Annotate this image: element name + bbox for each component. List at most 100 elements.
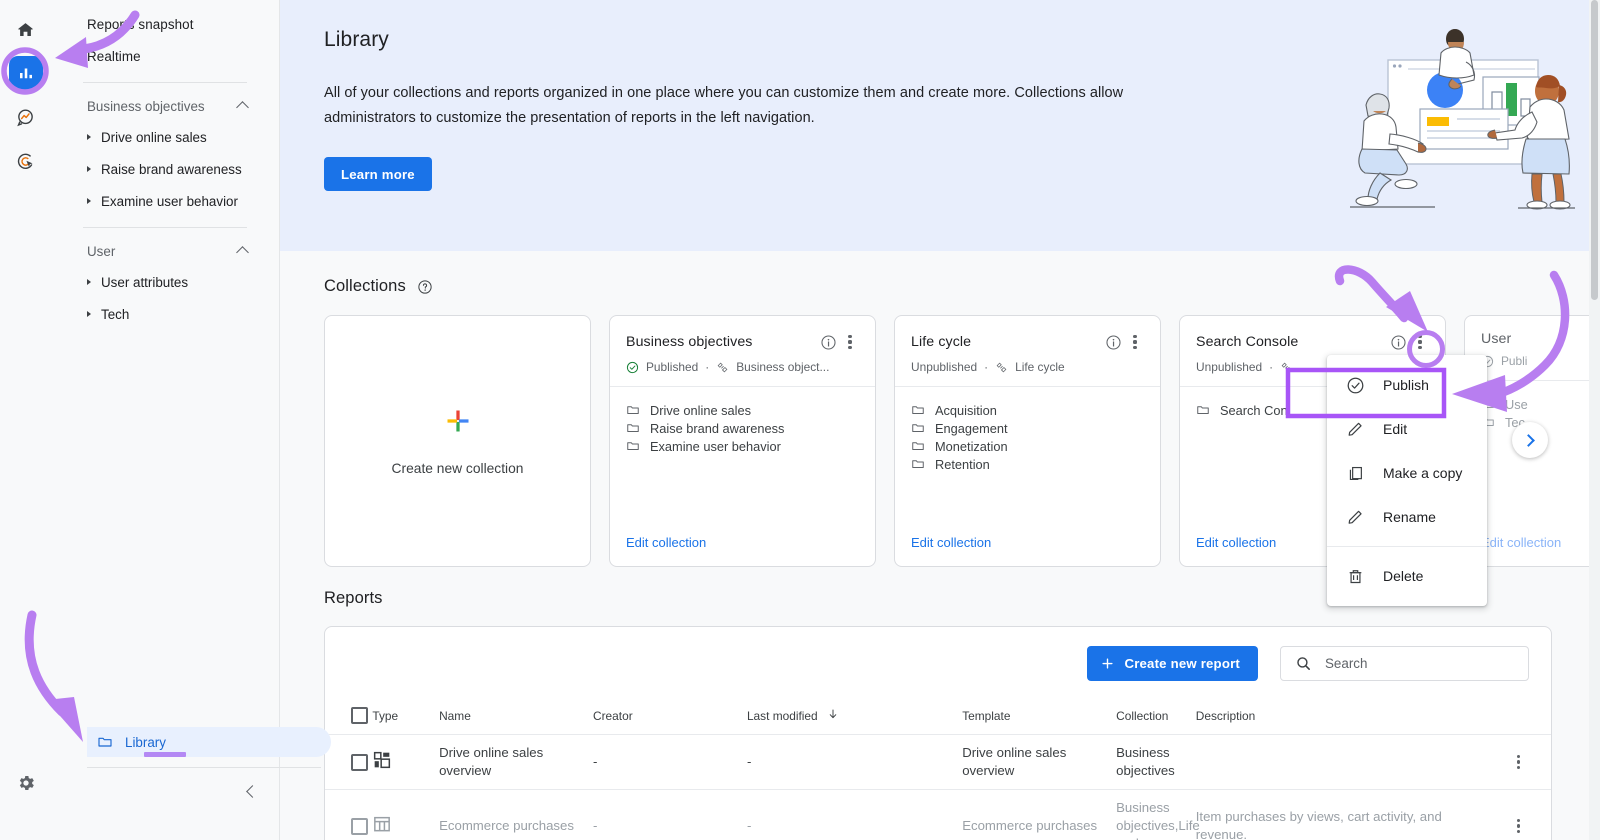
collection-overflow-menu-button[interactable]: [839, 331, 861, 353]
folder-icon: [912, 424, 924, 432]
nav-group-user[interactable]: User: [51, 236, 279, 266]
sidebar-item-examine-user-behavior[interactable]: Examine user behavior: [51, 185, 279, 217]
row-checkbox[interactable]: [351, 817, 368, 835]
row-overflow-menu-button[interactable]: [1486, 818, 1551, 834]
create-new-report-button[interactable]: Create new report: [1087, 645, 1258, 681]
menu-item-delete[interactable]: Delete: [1327, 554, 1487, 598]
meta-dot: ·: [984, 360, 989, 374]
rail-item-advertising[interactable]: [9, 144, 43, 178]
nav-label: Realtime: [87, 48, 141, 64]
pencil-icon: [1348, 510, 1362, 524]
nav-item-realtime[interactable]: Realtime: [51, 40, 279, 72]
nav-label: Raise brand awareness: [101, 161, 242, 177]
menu-item-publish[interactable]: Publish: [1327, 363, 1487, 407]
edit-collection-link[interactable]: Edit collection: [1481, 535, 1561, 550]
menu-item-rename[interactable]: Rename: [1327, 495, 1487, 539]
list-item-label: Drive online sales: [650, 402, 752, 418]
create-new-report-label: Create new report: [1124, 655, 1240, 671]
column-header-actions: [1486, 699, 1551, 735]
select-all-header: [325, 699, 373, 735]
table-row[interactable]: Ecommerce purchases - - Ecommerce purcha…: [325, 789, 1551, 840]
folder-icon: [912, 460, 924, 468]
hero-description: All of your collections and reports orga…: [324, 85, 1124, 126]
nav-label: Examine user behavior: [101, 193, 238, 209]
column-header-collection[interactable]: Collection: [1116, 699, 1196, 735]
meta-dot: ·: [1269, 360, 1274, 374]
carousel-next-button[interactable]: [1512, 422, 1548, 458]
column-header-template[interactable]: Template: [962, 699, 1117, 735]
row-type-cell: [372, 734, 440, 790]
card-footer: Edit collection: [610, 534, 875, 566]
column-header-name[interactable]: Name: [439, 699, 594, 735]
info-icon[interactable]: [1102, 331, 1124, 353]
list-item[interactable]: Engagement: [911, 419, 1144, 437]
nav-item-reports-snapshot[interactable]: Reports snapshot: [51, 8, 279, 40]
menu-item-label: Make a copy: [1383, 465, 1463, 481]
sidebar-item-tech[interactable]: Tech: [51, 298, 279, 330]
learn-more-button[interactable]: Learn more: [324, 157, 432, 191]
list-item-label: Acquisition: [935, 402, 997, 418]
collections-section: Collections Create new collection Busine…: [280, 251, 1600, 840]
collection-overflow-menu-button[interactable]: [1124, 331, 1146, 353]
info-icon[interactable]: [817, 331, 839, 353]
list-item[interactable]: Retention: [911, 455, 1144, 473]
sidebar-item-user-attributes[interactable]: User attributes: [51, 266, 279, 298]
rail-item-admin[interactable]: [16, 773, 36, 798]
collection-overflow-menu-button[interactable]: [1409, 331, 1431, 353]
list-item[interactable]: Drive online sales: [626, 401, 859, 419]
row-checkbox[interactable]: [351, 753, 368, 771]
analytics-library-page: Reports snapshot Realtime Business objec…: [0, 0, 1600, 840]
edit-collection-link[interactable]: Edit collection: [626, 535, 706, 550]
rail-item-home[interactable]: [9, 12, 43, 46]
list-item[interactable]: Acquisition: [911, 401, 1144, 419]
create-new-collection-card[interactable]: Create new collection: [324, 315, 591, 567]
column-label: Last modified: [746, 709, 818, 723]
edit-collection-link[interactable]: Edit collection: [911, 535, 991, 550]
edit-collection-link[interactable]: Edit collection: [1196, 535, 1276, 550]
nav-divider: [83, 227, 247, 228]
chevron-right-icon: [1522, 433, 1535, 447]
sidebar-item-raise-brand-awareness[interactable]: Raise brand awareness: [51, 153, 279, 185]
column-header-last-modified[interactable]: Last modified: [746, 699, 963, 735]
rail-item-reports[interactable]: [8, 56, 43, 90]
chevron-right-icon: [87, 166, 91, 172]
row-last-modified-cell: -: [746, 789, 963, 840]
collection-status: Publi: [1501, 354, 1528, 368]
scrollbar-thumb[interactable]: [1591, 0, 1598, 300]
template-icon: [996, 362, 1007, 372]
rail-item-explore[interactable]: [9, 100, 43, 134]
table-row[interactable]: Drive online sales overview - - Drive on…: [325, 734, 1551, 790]
nav-group-label: Business objectives: [87, 98, 205, 114]
reports-search-box[interactable]: [1280, 645, 1529, 681]
list-item[interactable]: Monetization: [911, 437, 1144, 455]
list-item[interactable]: Examine user behavior: [626, 437, 859, 455]
row-collection-cell: Business objectives,Life cycle: [1116, 789, 1200, 840]
collapse-nav-button[interactable]: [246, 785, 259, 798]
sidebar-item-library[interactable]: Library: [87, 727, 331, 757]
menu-item-label: Publish: [1383, 377, 1429, 393]
row-creator-cell: -: [593, 734, 747, 790]
list-item[interactable]: Use: [1481, 395, 1600, 413]
menu-item-edit[interactable]: Edit: [1327, 407, 1487, 451]
list-item-label: Raise brand awareness: [650, 420, 785, 436]
column-header-type[interactable]: Type: [372, 699, 440, 735]
column-header-creator[interactable]: Creator: [593, 699, 747, 735]
icon-rail: [0, 0, 51, 840]
sidebar-item-drive-online-sales[interactable]: Drive online sales: [51, 121, 279, 153]
page-scrollbar[interactable]: [1589, 0, 1600, 840]
collection-title: Business objectives: [626, 334, 753, 350]
menu-item-make-a-copy[interactable]: Make a copy: [1327, 451, 1487, 495]
list-item-label: Search Con: [1220, 402, 1288, 418]
info-icon[interactable]: [1387, 331, 1409, 353]
row-overflow-menu-button[interactable]: [1486, 754, 1551, 770]
search-input[interactable]: [1325, 655, 1514, 671]
nav-group-business-objectives[interactable]: Business objectives: [51, 91, 279, 121]
nav-divider: [83, 82, 247, 83]
folder-icon: [98, 737, 112, 747]
collection-title: User: [1481, 331, 1512, 347]
list-item[interactable]: Raise brand awareness: [626, 419, 859, 437]
help-icon[interactable]: [417, 279, 433, 295]
collection-status: Unpublished: [1196, 360, 1263, 374]
column-header-description[interactable]: Description: [1195, 699, 1487, 735]
select-all-checkbox[interactable]: [351, 707, 368, 724]
